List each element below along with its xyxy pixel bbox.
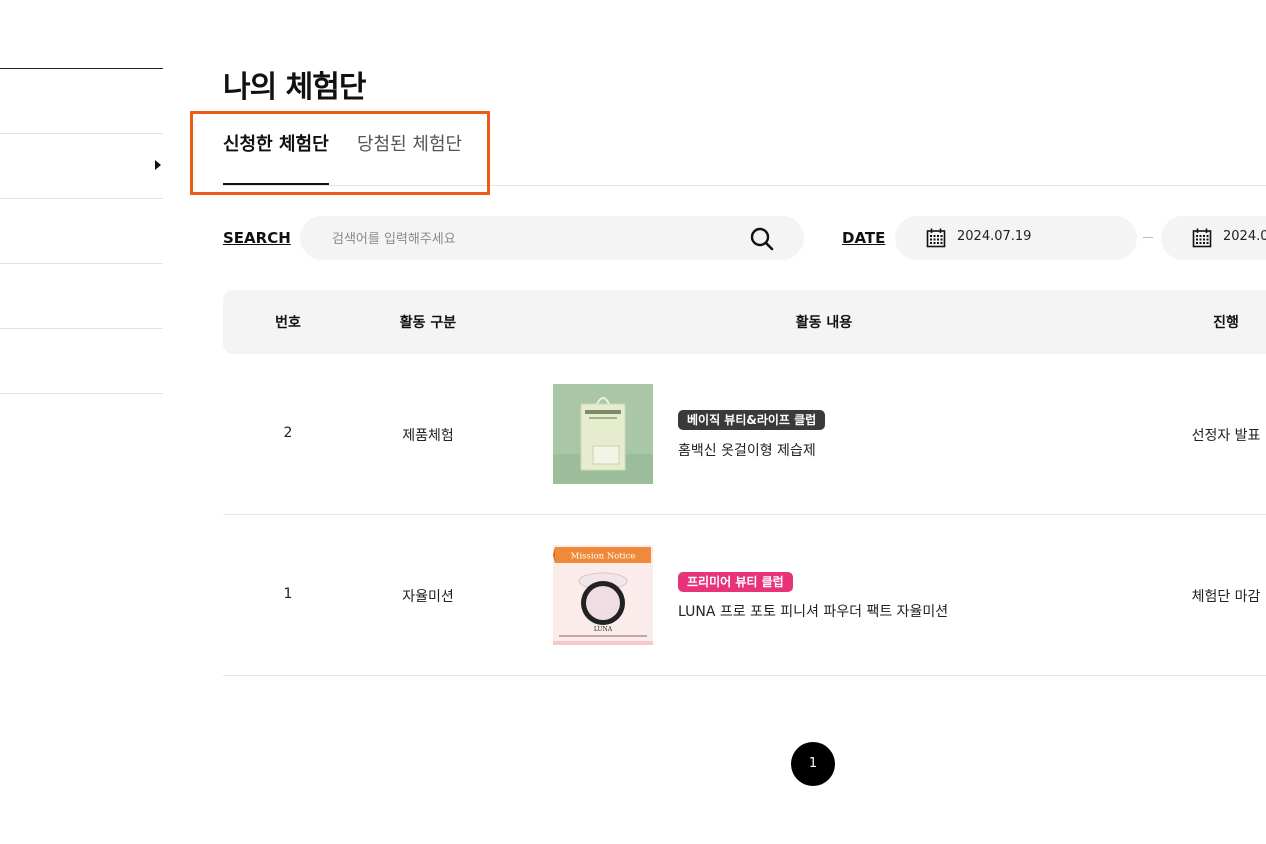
search-icon[interactable] [749,226,775,252]
row-status: 체험단 마감 [1191,589,1261,605]
search-box [300,216,804,262]
sidebar-item[interactable] [0,329,163,394]
sidebar [0,68,163,394]
column-header-number: 번호 [275,315,301,331]
date-to-value: 2024.0 [1223,229,1266,244]
sidebar-item[interactable] [0,199,163,264]
search-input[interactable] [330,216,734,262]
thumb-banner-text: Mission Notice [571,552,636,562]
date-from-field[interactable]: 2024.07.19 [895,216,1137,260]
pagination-page-current[interactable]: 1 [791,742,835,786]
table-row[interactable]: 2 제품체험 베이직 뷰티&라이프 클럽 홈백신 옷걸이형 제습제 선정자 발표 [223,354,1266,515]
product-thumbnail[interactable]: Mission Notice LUNA [553,545,653,645]
caret-right-icon [155,160,161,170]
date-from-value: 2024.07.19 [957,229,1032,244]
sidebar-item[interactable] [0,264,163,329]
club-badge: 프리미어 뷰티 클럽 [678,572,793,592]
page-title: 나의 체험단 [223,70,366,105]
row-number: 2 [283,425,293,441]
product-thumbnail[interactable] [553,384,653,484]
row-number: 1 [283,586,293,602]
calendar-icon [926,228,946,248]
column-header-category: 활동 구분 [399,315,457,331]
tab-highlight-box [190,111,490,195]
table-header: 번호 활동 구분 활동 내용 진행 [223,290,1266,354]
date-to-field[interactable]: 2024.0 [1161,216,1266,260]
date-range-separator [1143,237,1153,238]
club-badge: 베이직 뷰티&라이프 클럽 [678,410,826,430]
column-header-content: 활동 내용 [795,315,853,331]
calendar-icon [1192,228,1212,248]
row-category: 자율미션 [402,589,454,605]
date-label: DATE [842,229,886,247]
column-header-status: 진행 [1213,315,1239,331]
sidebar-item[interactable] [0,69,163,134]
thumb-brand-text: LUNA [594,626,613,633]
activity-title[interactable]: 홈백신 옷걸이형 제습제 [678,440,816,460]
activity-title[interactable]: LUNA 프로 포토 피니셔 파우더 팩트 자율미션 [678,601,948,621]
table-row[interactable]: 1 자율미션 Mission Notice LUNA 프리미어 뷰티 클럽 LU… [223,515,1266,676]
sidebar-item-expandable[interactable] [0,134,163,199]
row-status: 선정자 발표 [1191,428,1261,444]
row-category: 제품체험 [402,428,454,444]
search-label: SEARCH [223,229,291,247]
